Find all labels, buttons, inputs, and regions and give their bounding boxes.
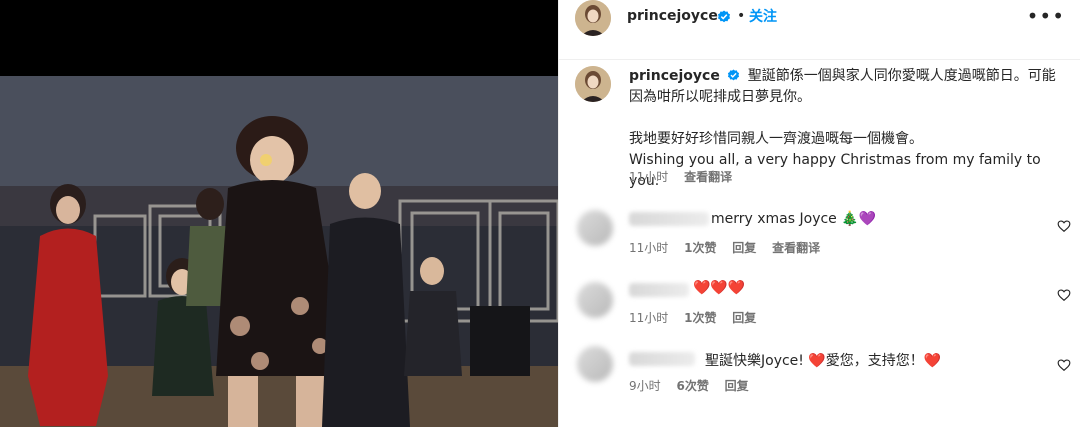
caption-meta: 11小时 查看翻译 [629, 168, 744, 185]
like-heart-icon[interactable] [1057, 288, 1071, 302]
caption-line-1: 聖誕節係一個與家人同你愛嘅人度過嘅節日。可能 [747, 68, 1056, 84]
comment-likes[interactable]: 1次赞 [684, 241, 716, 255]
comment-likes[interactable]: 1次赞 [684, 311, 716, 325]
comment-text: merry xmas Joyce 🎄💜 [711, 211, 877, 227]
comment-time: 11小时 [629, 311, 669, 325]
author-username[interactable]: princejoyce [627, 8, 718, 24]
author-avatar[interactable] [575, 0, 611, 36]
verified-badge-icon [718, 10, 730, 23]
caption-line-2: 因為咁所以呢排成日夢見你。 [629, 89, 811, 105]
commenter-username-blurred[interactable] [629, 352, 695, 366]
like-heart-icon[interactable] [1057, 219, 1071, 233]
post-photo-pane [0, 0, 558, 427]
more-options-icon[interactable]: ••• [1027, 4, 1065, 28]
caption-verified-icon [728, 69, 740, 81]
commenter-avatar[interactable] [577, 282, 613, 318]
comment-item: 聖誕快樂Joyce! ❤️愛您，支持您！❤️ 9小时 6次赞 回复 [559, 340, 1080, 410]
comment-reply-button[interactable]: 回复 [732, 241, 756, 255]
comment-text: 聖誕快樂Joyce! ❤️愛您，支持您！❤️ [705, 353, 942, 369]
comment-reply-button[interactable]: 回复 [725, 379, 749, 393]
post-photo[interactable] [0, 76, 558, 427]
caption-username[interactable]: princejoyce [629, 68, 720, 84]
post-side-panel: princejoyce • 关注 ••• princejoyce 聖誕節係一個與… [558, 0, 1080, 427]
post-header: princejoyce • 关注 ••• [559, 0, 1080, 60]
caption-time: 11小时 [629, 170, 669, 184]
comment-time: 11小时 [629, 241, 669, 255]
stage-photo-illustration [0, 76, 558, 427]
comment-meta: 11小时 1次赞 回复 查看翻译 [629, 239, 832, 256]
header-dot-separator: • [737, 8, 746, 24]
comment-item: ❤️❤️❤️ 11小时 1次赞 回复 [559, 270, 1080, 340]
follow-button[interactable]: 关注 [749, 6, 777, 26]
caption-translate-button[interactable]: 查看翻译 [684, 170, 732, 184]
comment-meta: 11小时 1次赞 回复 [629, 309, 768, 326]
comment-text: ❤️❤️❤️ [693, 280, 746, 296]
commenter-username-blurred[interactable] [629, 283, 689, 297]
comment-likes[interactable]: 6次赞 [676, 379, 708, 393]
commenter-avatar[interactable] [577, 210, 613, 246]
comment-item: merry xmas Joyce 🎄💜 11小时 1次赞 回复 查看翻译 [559, 200, 1080, 270]
commenter-avatar[interactable] [577, 346, 613, 382]
comment-meta: 9小时 6次赞 回复 [629, 377, 761, 394]
caption-author-avatar[interactable] [575, 66, 611, 102]
like-heart-icon[interactable] [1057, 358, 1071, 372]
comment-translate-button[interactable]: 查看翻译 [772, 241, 820, 255]
commenter-username-blurred[interactable] [629, 212, 709, 226]
comment-time: 9小时 [629, 379, 661, 393]
caption-line-4: 我地要好好珍惜同親人一齊渡過嘅每一個機會。 [629, 131, 923, 147]
comment-reply-button[interactable]: 回复 [732, 311, 756, 325]
